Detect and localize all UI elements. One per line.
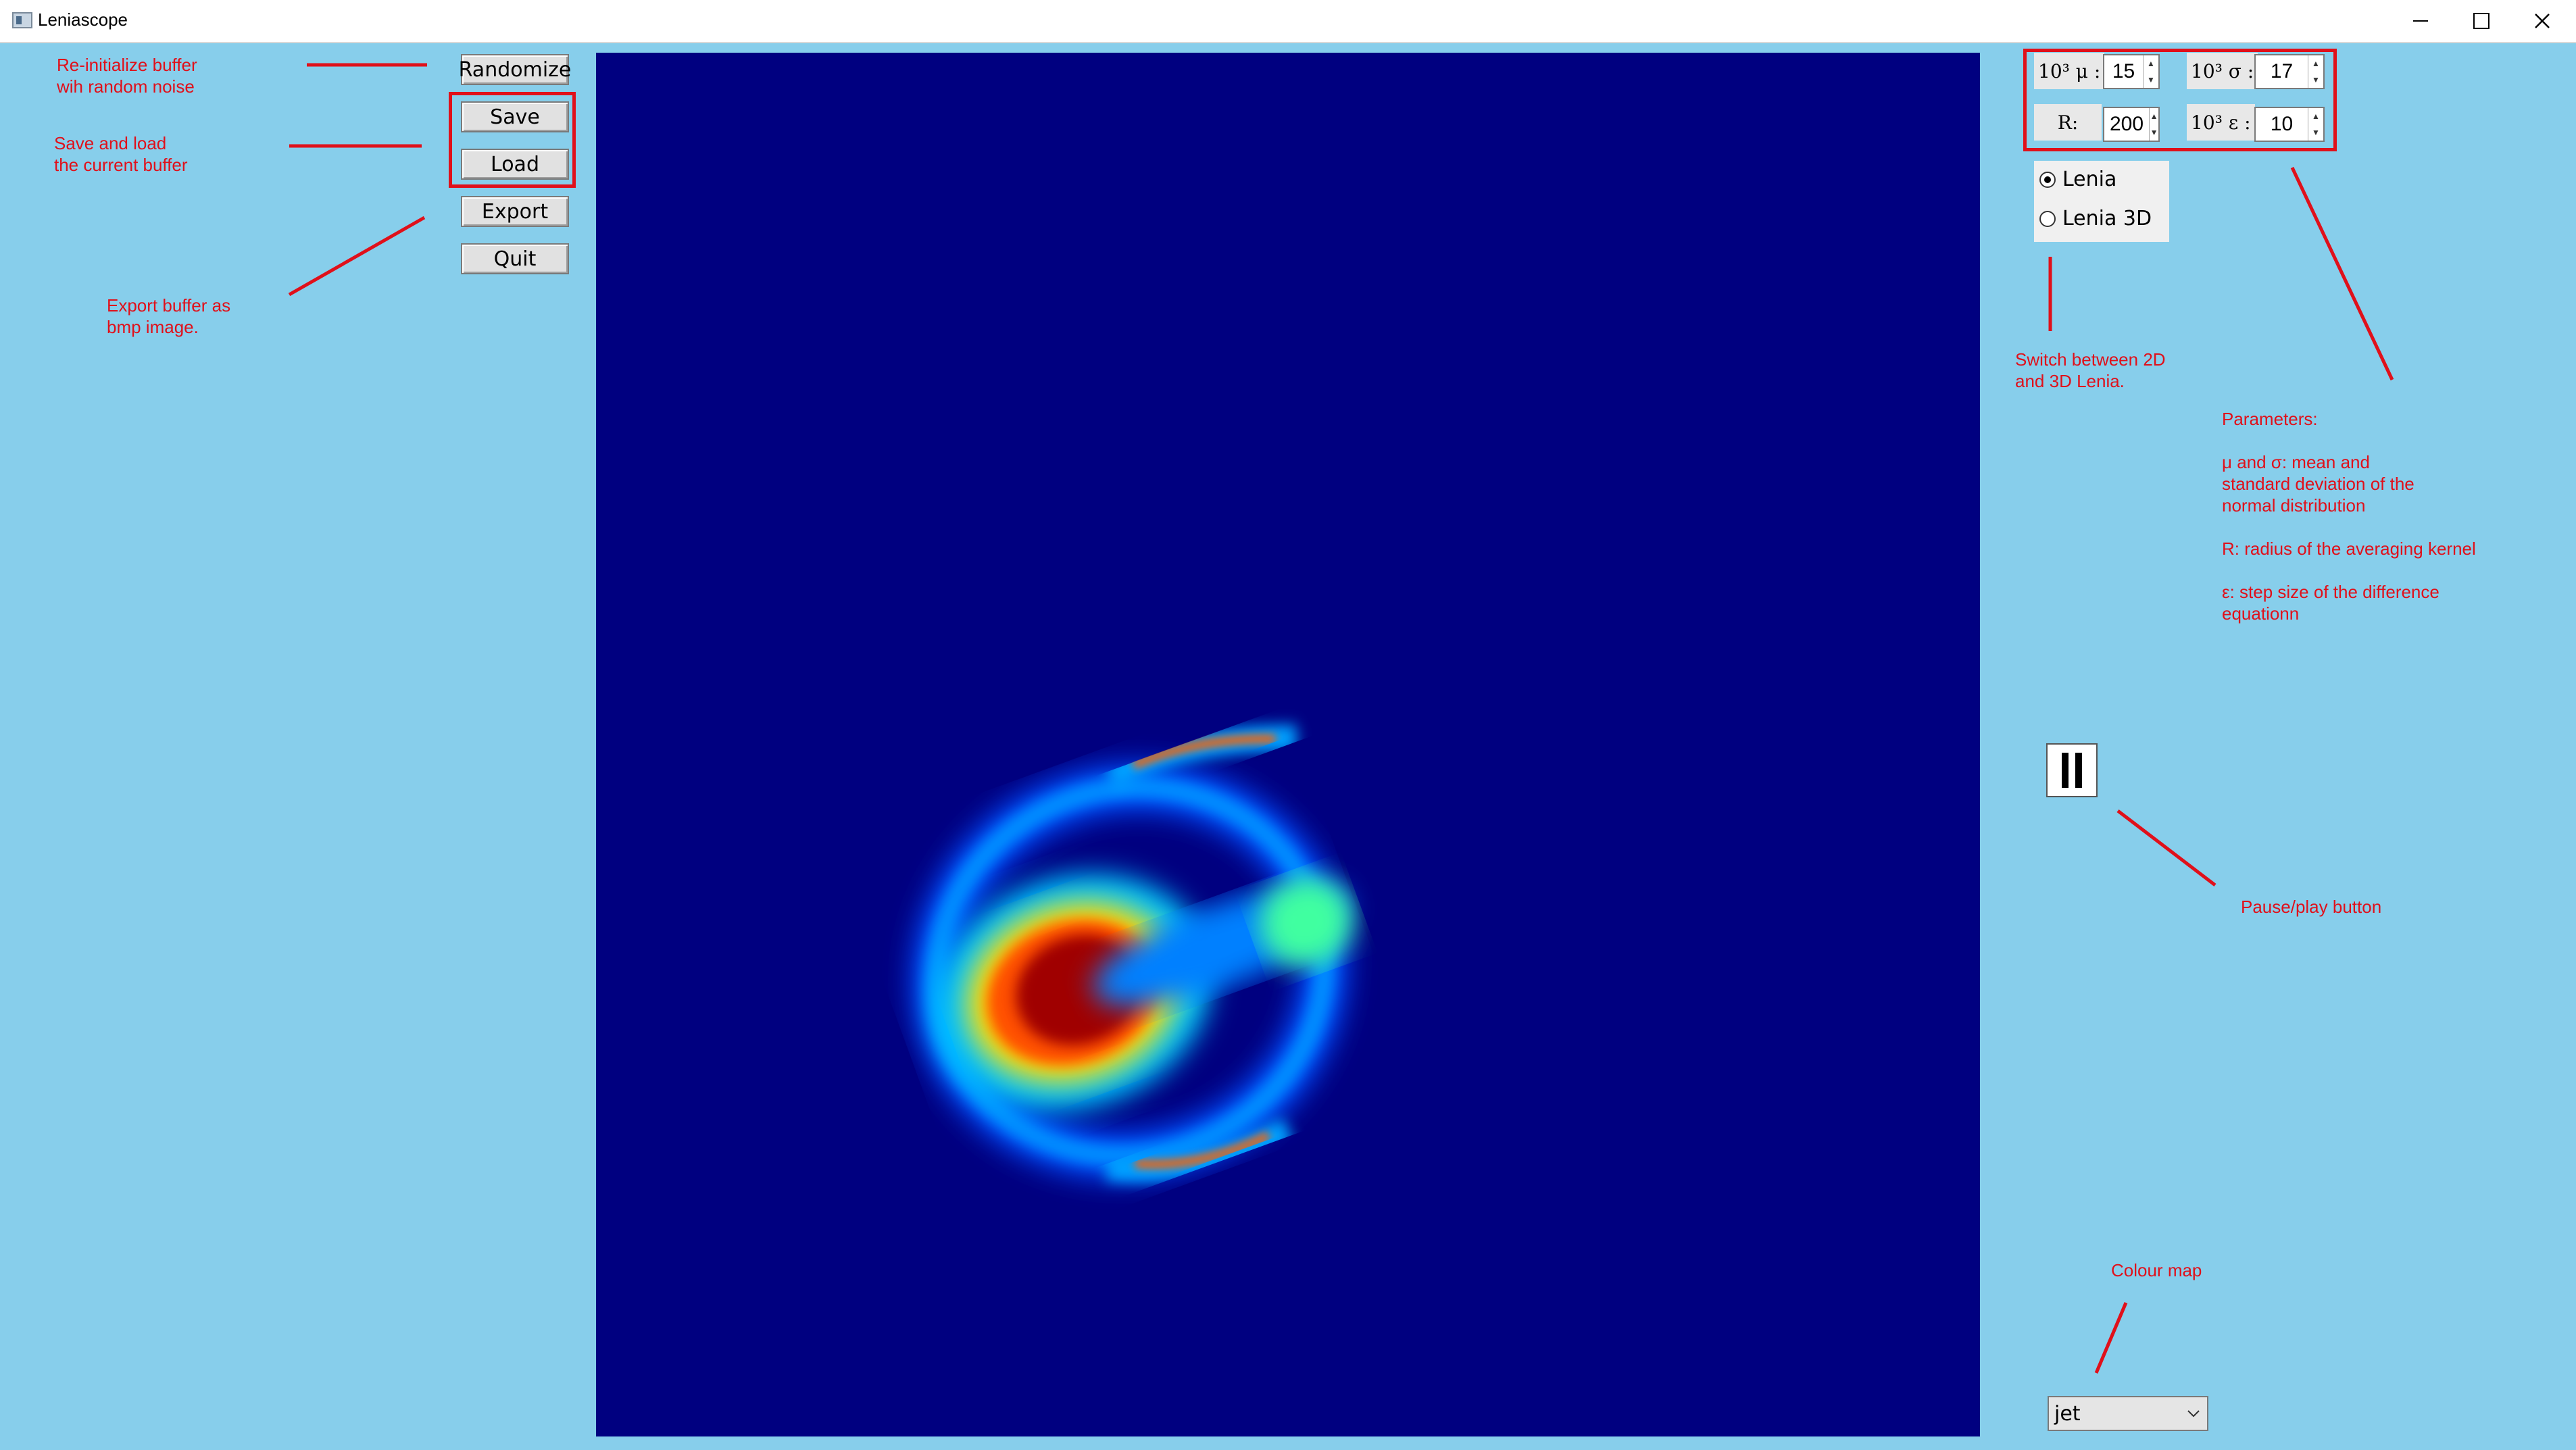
quit-button[interactable]: Quit	[461, 243, 569, 274]
export-label: Export	[481, 199, 549, 224]
radio-lenia-3d[interactable]: Lenia 3D	[2034, 207, 2152, 230]
eps-spin-arrows[interactable]: ▲ ▼	[2308, 108, 2323, 141]
load-label: Load	[491, 152, 539, 176]
chevron-down-icon	[2180, 1409, 2207, 1418]
pause-icon	[2062, 753, 2069, 788]
colour-map-select[interactable]: jet	[2048, 1396, 2208, 1431]
lenia-creature	[912, 724, 1354, 1182]
sigma-spinbox[interactable]: 17 ▲ ▼	[2254, 54, 2325, 89]
spin-up-icon[interactable]: ▲	[2308, 55, 2323, 72]
mu-value: 15	[2112, 60, 2135, 82]
sigma-row: 10³ σ :	[2187, 53, 2258, 89]
mu-row: 10³ μ :	[2034, 53, 2105, 89]
save-label: Save	[490, 105, 540, 129]
r-value: 200	[2110, 113, 2144, 135]
radio-lenia-label: Lenia	[2062, 168, 2117, 191]
radio-unselected-icon	[2039, 210, 2056, 227]
eps-label: 10³ ε :	[2187, 104, 2255, 141]
randomize-note: Re-initialize buffer wih random noise	[57, 55, 197, 97]
r-spinbox[interactable]: 200 ▲ ▼	[2103, 107, 2160, 142]
spin-down-icon[interactable]: ▼	[2144, 72, 2158, 88]
radio-lenia-3d-label: Lenia 3D	[2062, 207, 2152, 230]
mu-spin-arrows[interactable]: ▲ ▼	[2143, 55, 2158, 88]
quit-label: Quit	[493, 247, 537, 271]
export-button[interactable]: Export	[461, 196, 569, 227]
sigma-value: 17	[2270, 60, 2294, 82]
export-note: Export buffer as bmp image.	[107, 295, 231, 337]
simulation-canvas[interactable]	[596, 53, 1980, 1436]
mode-radio-group: Lenia Lenia 3D	[2034, 161, 2169, 242]
mu-spinbox[interactable]: 15 ▲ ▼	[2103, 54, 2160, 89]
save-button[interactable]: Save	[461, 101, 569, 132]
radio-lenia[interactable]: Lenia	[2034, 168, 2116, 191]
r-spin-arrows[interactable]: ▲ ▼	[2149, 108, 2158, 141]
switch-note: Switch between 2D and 3D Lenia.	[2015, 349, 2166, 391]
radio-selected-icon	[2039, 171, 2056, 188]
parameters-note: Parameters: μ and σ: mean and standard d…	[2222, 409, 2476, 624]
spin-up-icon[interactable]: ▲	[2150, 108, 2158, 124]
mu-label: 10³ μ :	[2034, 53, 2105, 89]
sigma-label: 10³ σ :	[2187, 53, 2258, 89]
save-load-note: Save and load the current buffer	[54, 133, 188, 175]
r-row: R:	[2034, 104, 2102, 141]
spin-down-icon[interactable]: ▼	[2150, 124, 2158, 141]
spin-up-icon[interactable]: ▲	[2144, 55, 2158, 72]
r-label: R:	[2034, 104, 2102, 141]
colour-map-note: Colour map	[2111, 1260, 2202, 1280]
pause-note: Pause/play button	[2241, 897, 2382, 917]
spin-down-icon[interactable]: ▼	[2308, 72, 2323, 88]
randomize-button[interactable]: Randomize	[458, 54, 572, 85]
spin-down-icon[interactable]: ▼	[2308, 124, 2323, 141]
eps-spinbox[interactable]: 10 ▲ ▼	[2254, 107, 2325, 142]
sigma-spin-arrows[interactable]: ▲ ▼	[2308, 55, 2323, 88]
colour-map-value: jet	[2054, 1401, 2081, 1426]
eps-row: 10³ ε :	[2187, 104, 2255, 141]
eps-value: 10	[2270, 113, 2294, 135]
randomize-label: Randomize	[458, 57, 572, 82]
pause-button[interactable]	[2046, 743, 2098, 797]
load-button[interactable]: Load	[461, 149, 569, 180]
spin-up-icon[interactable]: ▲	[2308, 108, 2323, 124]
